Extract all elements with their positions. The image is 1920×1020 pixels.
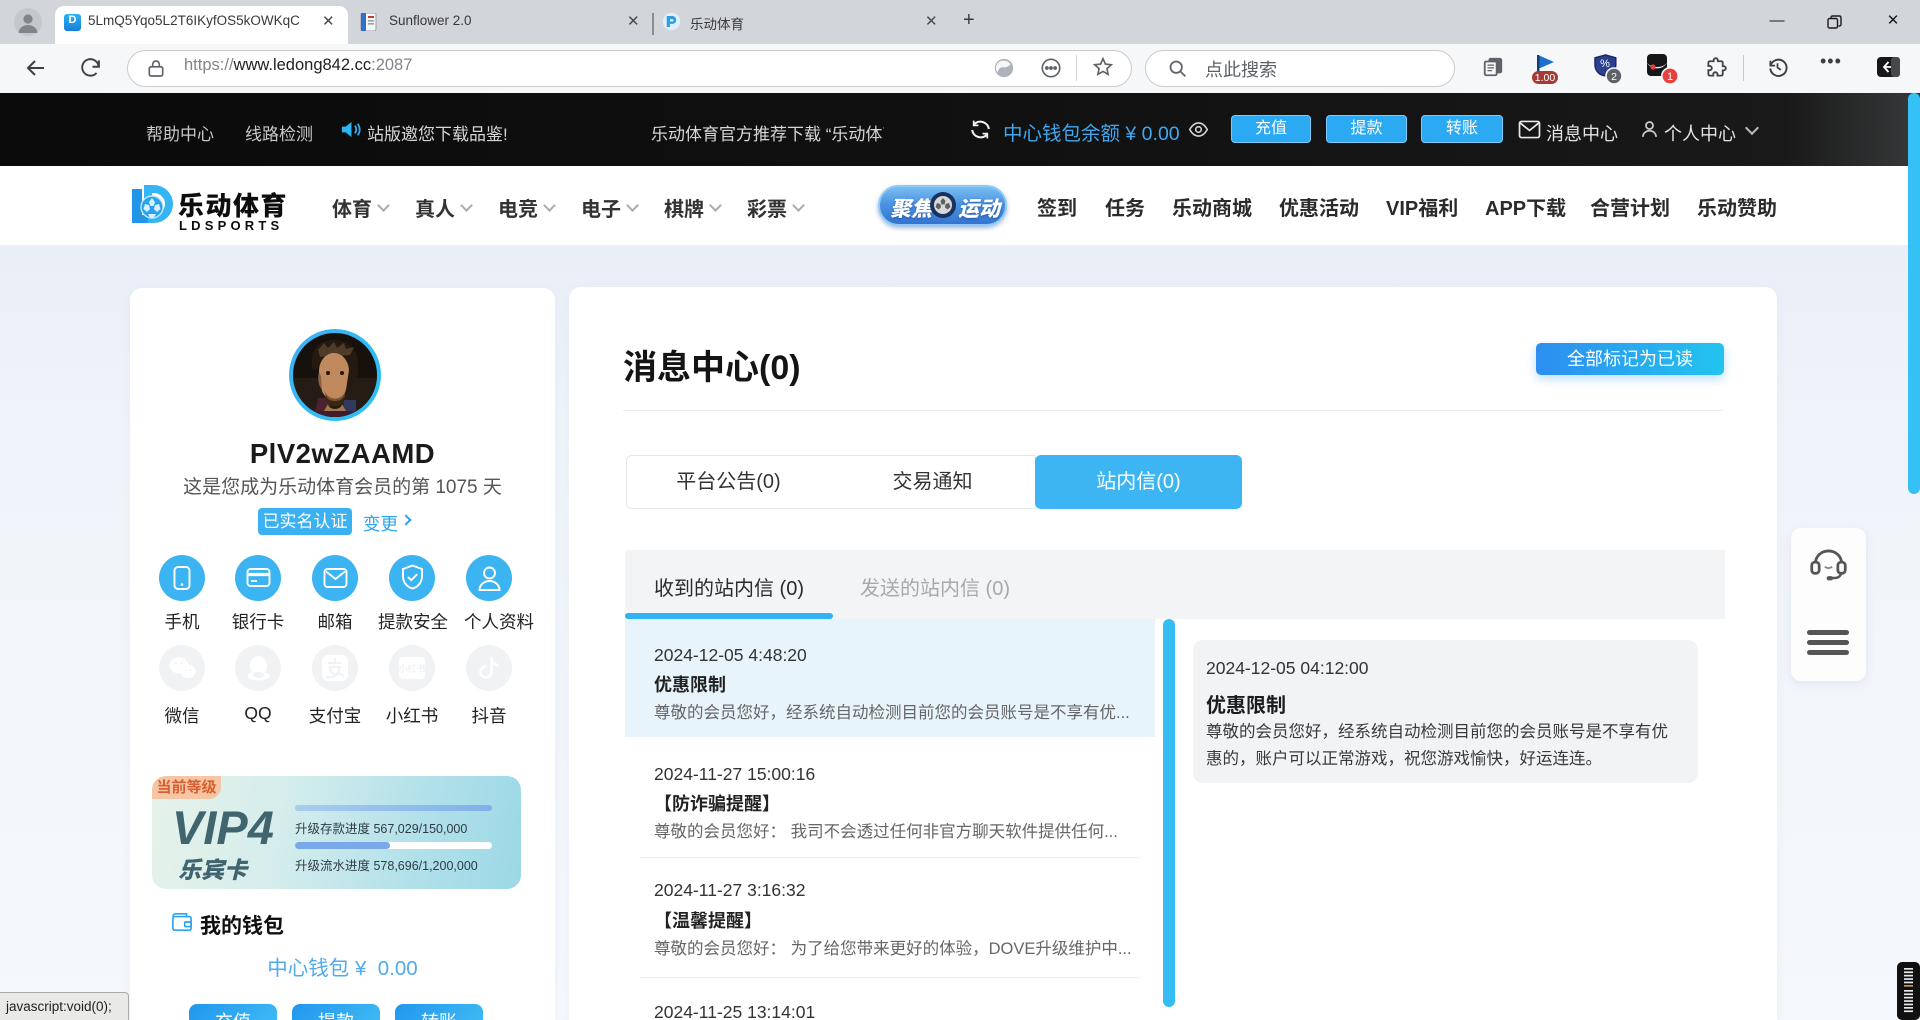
svg-text:1.00: 1.00 [1535,72,1556,84]
svg-text:1: 1 [1667,71,1673,83]
svg-text:%: % [1600,58,1610,70]
svg-text:2: 2 [1611,71,1617,83]
svg-text:小红书: 小红书 [398,663,425,674]
